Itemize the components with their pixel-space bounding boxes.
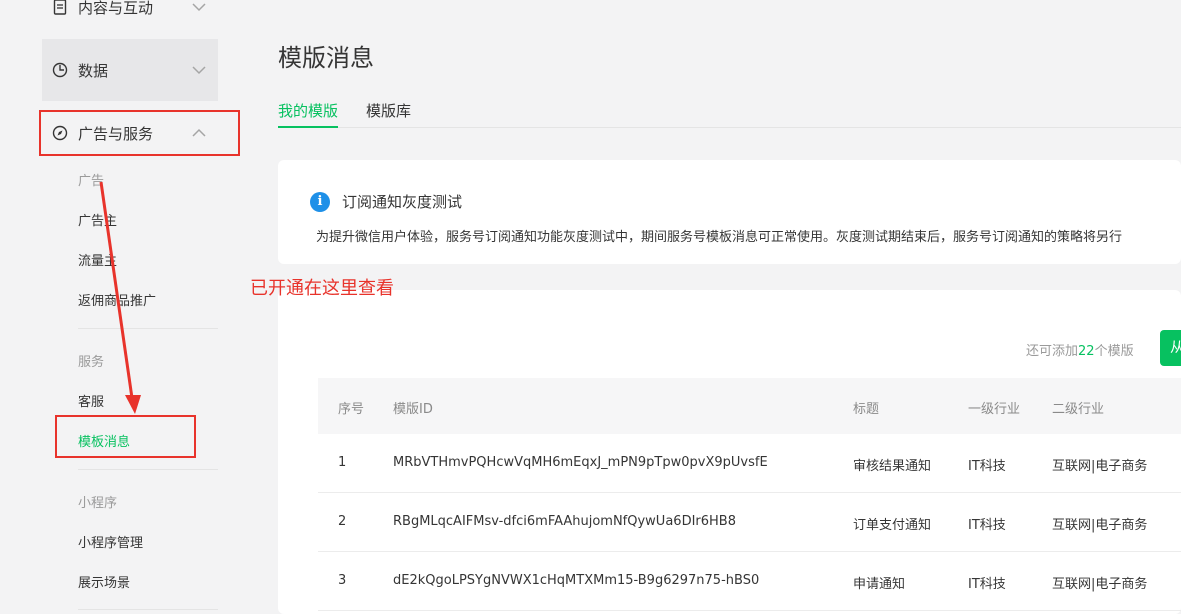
- column-header: 一级行业: [968, 402, 1021, 417]
- tab-bar: 我的模版 模版库: [278, 96, 1181, 128]
- column-header: 模版ID: [393, 402, 433, 417]
- table-row[interactable]: 3 dE2kQgoLPSYgNVWX1cHqMTXMm15-B9g6297n75…: [318, 552, 1181, 611]
- table-row[interactable]: 2 RBgMLqcAIFMsv-dfci6mFAAhujomNfQywUa6DI…: [318, 493, 1181, 552]
- industry-secondary: 互联网|电子商务: [1052, 577, 1148, 592]
- industry-primary: IT科技: [968, 518, 1006, 533]
- column-header: 序号: [338, 402, 365, 417]
- annotation-text: 已开通在这里查看: [250, 278, 394, 299]
- row-index: 2: [338, 514, 347, 529]
- template-title: 订单支付通知: [853, 518, 932, 533]
- info-icon: i: [310, 192, 330, 212]
- main-content: 模版消息 我的模版 模版库 i 订阅通知灰度测试 为提升微信用户体验，服务号订阅…: [240, 0, 1181, 614]
- template-title: 审核结果通知: [853, 459, 932, 474]
- column-header: 二级行业: [1052, 402, 1105, 417]
- add-template-button[interactable]: 从: [1160, 330, 1181, 366]
- tab-template-library[interactable]: 模版库: [366, 100, 411, 128]
- quota-text: 还可添加22个模版: [1026, 344, 1134, 359]
- template-id: MRbVTHmvPQHcwVqMH6mEqxJ_mPN9pTpw0pvX9pUv…: [393, 455, 768, 470]
- template-title: 申请通知: [853, 577, 906, 592]
- industry-primary: IT科技: [968, 577, 1006, 592]
- industry-secondary: 互联网|电子商务: [1052, 459, 1148, 474]
- row-index: 3: [338, 573, 347, 588]
- table-row[interactable]: 1 MRbVTHmvPQHcwVqMH6mEqxJ_mPN9pTpw0pvX9p…: [318, 434, 1181, 493]
- tab-my-templates[interactable]: 我的模版: [278, 100, 339, 128]
- template-list-card: 还可添加22个模版 从 序号 模版ID 标题 一级行业 二级行业 1 MRbVT…: [278, 290, 1181, 614]
- industry-secondary: 互联网|电子商务: [1052, 518, 1148, 533]
- template-id: dE2kQgoLPSYgNVWX1cHqMTXMm15-B9g6297n75-h…: [393, 573, 760, 588]
- page-title: 模版消息: [278, 44, 374, 72]
- notice-title: 订阅通知灰度测试: [342, 193, 463, 211]
- column-header: 标题: [853, 402, 880, 417]
- notice-card: i 订阅通知灰度测试 为提升微信用户体验，服务号订阅通知功能灰度测试中，期间服务…: [278, 160, 1181, 264]
- row-index: 1: [338, 455, 347, 470]
- industry-primary: IT科技: [968, 459, 1006, 474]
- table-header: 序号 模版ID 标题 一级行业 二级行业: [318, 378, 1181, 434]
- quota-count: 22: [1078, 344, 1095, 359]
- template-id: RBgMLqcAIFMsv-dfci6mFAAhujomNfQywUa6DIr6…: [393, 514, 736, 529]
- annotation-arrow-icon: [99, 181, 141, 414]
- notice-description: 为提升微信用户体验，服务号订阅通知功能灰度测试中，期间服务号模板消息可正常使用。…: [316, 230, 1123, 245]
